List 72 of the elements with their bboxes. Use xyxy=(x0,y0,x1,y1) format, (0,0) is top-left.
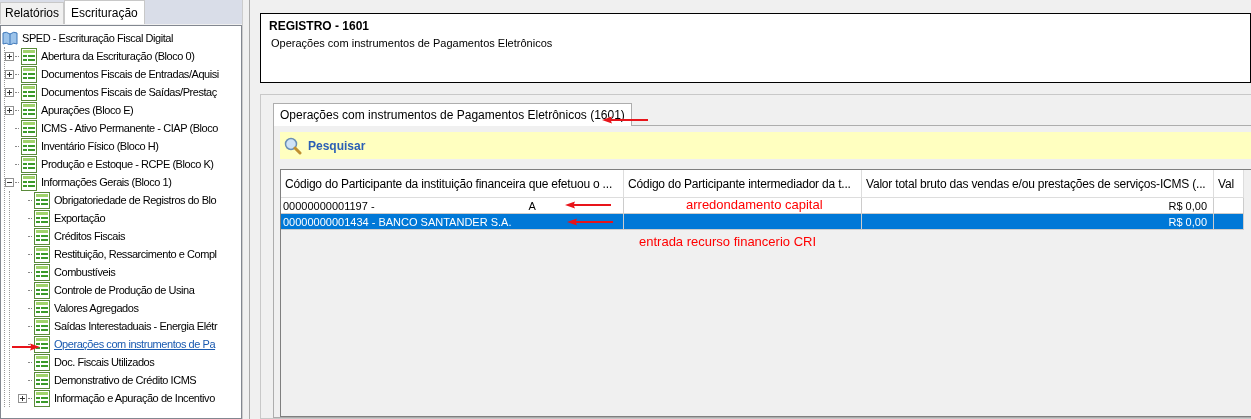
tree-item[interactable]: Créditos Fiscais xyxy=(54,229,126,243)
column-header[interactable]: Valor total bruto das vendas e/ou prestações de serviços-ICMS (... xyxy=(862,170,1214,198)
table-cell[interactable] xyxy=(624,214,862,230)
spreadsheet-icon xyxy=(34,353,50,371)
tree-item[interactable]: Abertura da Escrituração (Bloco 0) xyxy=(41,49,195,63)
book-icon xyxy=(2,31,18,45)
table-cell[interactable]: R$ 0,00 xyxy=(862,214,1214,230)
spreadsheet-icon xyxy=(34,263,50,281)
spreadsheet-icon xyxy=(21,155,37,173)
search-icon xyxy=(284,136,302,155)
spreadsheet-icon xyxy=(34,281,50,299)
tree-item[interactable]: Saídas Interestaduais - Energia Elétr xyxy=(54,319,218,333)
spreadsheet-icon xyxy=(21,83,37,101)
expand-icon[interactable] xyxy=(5,51,14,61)
table-cell[interactable]: arredondamento capital xyxy=(624,198,862,214)
tree-item[interactable]: Informação e Apuração de Incentivo xyxy=(54,391,215,405)
tree-item[interactable]: SPED - Escrituração Fiscal Digital xyxy=(22,31,173,45)
tree-item[interactable]: Apurações (Bloco E) xyxy=(41,103,134,117)
column-header[interactable]: Código do Participante intermediador da t... xyxy=(624,170,862,198)
tree-item[interactable]: Controle de Produção de Usina xyxy=(54,283,195,297)
table-cell[interactable] xyxy=(1214,214,1244,230)
tree-item[interactable]: Inventário Físico (Bloco H) xyxy=(41,139,159,153)
tree-item[interactable]: Combustíveis xyxy=(54,265,116,279)
expand-icon[interactable] xyxy=(5,105,14,115)
spreadsheet-icon xyxy=(34,389,50,407)
tree-item[interactable]: Documentos Fiscais de Saídas/Prestaç xyxy=(41,85,217,99)
spreadsheet-icon xyxy=(34,191,50,209)
tree-item[interactable]: ICMS - Ativo Permanente - CIAP (Bloco xyxy=(41,121,218,135)
table-cell[interactable] xyxy=(1214,198,1244,214)
spreadsheet-icon xyxy=(34,371,50,389)
spreadsheet-icon xyxy=(34,317,50,335)
tree-item[interactable]: Restituição, Ressarcimento e Compl xyxy=(54,247,217,261)
tree-item[interactable]: Operações com instrumentos de Pa xyxy=(54,337,216,351)
register-subtitle: Operações com instrumentos de Pagamentos Eletrônicos xyxy=(270,37,554,49)
content-tab[interactable]: Operações com instrumentos de Pagamentos Eletrônicos (1601) xyxy=(273,103,632,126)
tree-item[interactable]: Demonstrativo de Crédito ICMS xyxy=(54,373,197,387)
spreadsheet-icon xyxy=(34,335,50,353)
table-cell[interactable]: R$ 0,00 xyxy=(862,198,1214,214)
collapse-icon[interactable] xyxy=(5,177,14,187)
tree-item[interactable]: Doc. Fiscais Utilizados xyxy=(54,355,155,369)
spreadsheet-icon xyxy=(34,227,50,245)
spreadsheet-icon xyxy=(34,299,50,317)
tree-item[interactable]: Valores Agregados xyxy=(54,301,139,315)
sidebar-tab[interactable]: Escrituração xyxy=(64,0,145,24)
annotation-note: arredondamento capital xyxy=(686,198,823,212)
spreadsheet-icon xyxy=(21,101,37,119)
tree-item[interactable]: Obrigatoriedade de Registros do Blo xyxy=(54,193,217,207)
column-header[interactable]: Código do Participante da instituição financeira que efetuou o ... xyxy=(281,170,624,198)
tree-item[interactable]: Informações Gerais (Bloco 1) xyxy=(41,175,172,189)
spreadsheet-icon xyxy=(21,65,37,83)
spreadsheet-icon xyxy=(21,119,37,137)
column-header[interactable]: Val xyxy=(1214,170,1244,198)
spreadsheet-icon xyxy=(21,47,37,65)
annotation-note: entrada recurso financerio CRI xyxy=(639,234,817,249)
expand-icon[interactable] xyxy=(5,69,14,79)
table-cell[interactable]: 00000000001197 - A xyxy=(281,198,624,214)
tree-item[interactable]: Produção e Estoque - RCPE (Bloco K) xyxy=(41,157,214,171)
spreadsheet-icon xyxy=(21,173,37,191)
spreadsheet-icon xyxy=(21,137,37,155)
table-cell[interactable]: 00000000001434 - BANCO SANTANDER S.A. xyxy=(281,214,624,230)
tree-item[interactable]: Documentos Fiscais de Entradas/Aquisi xyxy=(41,67,219,81)
search-button[interactable]: Pesquisar xyxy=(308,138,366,153)
arrow-icon xyxy=(567,218,613,226)
register-title: REGISTRO - 1601 xyxy=(269,19,371,33)
spreadsheet-icon xyxy=(34,245,50,263)
expand-icon[interactable] xyxy=(18,393,27,403)
expand-icon[interactable] xyxy=(5,87,14,97)
arrow-icon xyxy=(12,343,40,351)
spreadsheet-icon xyxy=(34,209,50,227)
tree-item[interactable]: Exportação xyxy=(54,211,106,225)
sidebar-tab[interactable]: Relatórios xyxy=(0,2,65,24)
arrow-icon xyxy=(565,201,611,209)
